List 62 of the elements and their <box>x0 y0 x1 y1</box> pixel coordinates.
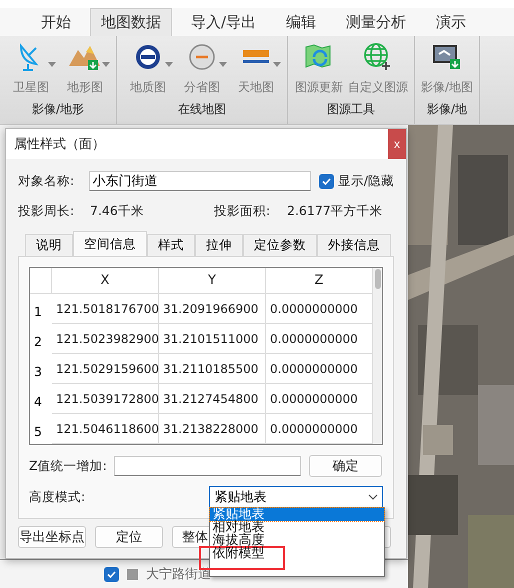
field-label: 投影周长: <box>18 202 76 220</box>
table-cell: 121.5046118600 <box>52 414 159 444</box>
z-offset-field[interactable] <box>114 456 301 476</box>
action-button[interactable]: 导出坐标点 <box>18 526 86 548</box>
dialog-tab[interactable]: 拉伸 <box>195 234 243 256</box>
column-header: Y <box>159 268 266 294</box>
close-button[interactable]: x <box>388 129 406 159</box>
area-value: 2.6177平方千米 <box>287 202 383 220</box>
group-title: 影像/地形 <box>30 101 86 118</box>
ribbon-tab[interactable]: 演示 <box>425 8 478 36</box>
group-title: 在线地图 <box>177 101 227 118</box>
checkbox-label: 显示/隐藏 <box>338 172 394 190</box>
check-icon <box>322 176 331 186</box>
table-cell: 31.2101511000 <box>159 324 266 354</box>
table-cell: 31.2127454800 <box>159 384 266 414</box>
check-icon <box>107 570 116 578</box>
row-number: 3 <box>33 362 43 380</box>
table-cell: 121.5018176700 <box>52 294 159 324</box>
dropdown-option[interactable]: 依附模型 <box>199 546 286 570</box>
dialog-tab[interactable]: 空间信息 <box>73 231 147 256</box>
dropdown-option[interactable]: 紧贴地表 <box>210 508 384 521</box>
ribbon-tab[interactable]: 开始 <box>30 8 82 36</box>
table-cell: 31.2091966900 <box>159 294 266 324</box>
row-number: 5 <box>33 422 43 440</box>
ribbon-tab[interactable]: 编辑 <box>275 8 328 36</box>
table-cell: 31.2110185500 <box>159 354 266 384</box>
ribbon-tab[interactable]: 地图数据 <box>90 8 172 36</box>
row-number: 2 <box>33 332 43 350</box>
table-cell: 121.5039172800 <box>52 384 159 414</box>
layer-checkbox[interactable] <box>104 566 119 582</box>
field-label: 对象名称: <box>18 172 76 190</box>
globe-plus-icon <box>363 42 393 72</box>
field-label: 投影面积: <box>214 202 272 220</box>
corner-cell <box>30 268 52 294</box>
chevron-icon <box>368 494 378 500</box>
column-header: X <box>52 268 159 294</box>
confirm-button[interactable]: 确定 <box>309 455 382 477</box>
ribbon-tab[interactable]: 导入/导出 <box>180 8 268 36</box>
dialog-title: 属性样式（面） <box>14 136 105 153</box>
table-cell: 121.5029159600 <box>52 354 159 384</box>
group-title: 图源工具 <box>326 101 376 118</box>
action-button[interactable]: 定位 <box>95 526 163 548</box>
row-number: 1 <box>33 302 43 320</box>
dialog-tab[interactable]: 说明 <box>25 234 73 256</box>
dialog-tab[interactable]: 样式 <box>147 234 195 256</box>
perimeter-value: 7.46千米 <box>90 202 145 220</box>
field-label: 高度模式: <box>29 488 86 506</box>
field-label: Z值统一增加: <box>29 458 108 474</box>
layer-color-swatch <box>127 568 138 580</box>
name-field[interactable]: 小东门街道 <box>88 171 312 191</box>
scrollbar-thumb[interactable] <box>374 269 380 289</box>
screen-icon <box>432 43 462 71</box>
group-title: 影像/地 <box>426 101 468 118</box>
table-cell: 121.5023982900 <box>52 324 159 354</box>
row-number: 4 <box>33 392 43 410</box>
table-cell: 31.2138228000 <box>159 414 266 444</box>
seal-icon <box>134 43 162 71</box>
disc-icon <box>188 43 216 71</box>
visible-checkbox[interactable] <box>319 174 334 188</box>
ribbon-tab[interactable]: 测量分析 <box>335 8 418 36</box>
dialog-tab[interactable]: 外接信息 <box>317 234 391 256</box>
dialog-tab[interactable]: 定位参数 <box>243 234 317 256</box>
